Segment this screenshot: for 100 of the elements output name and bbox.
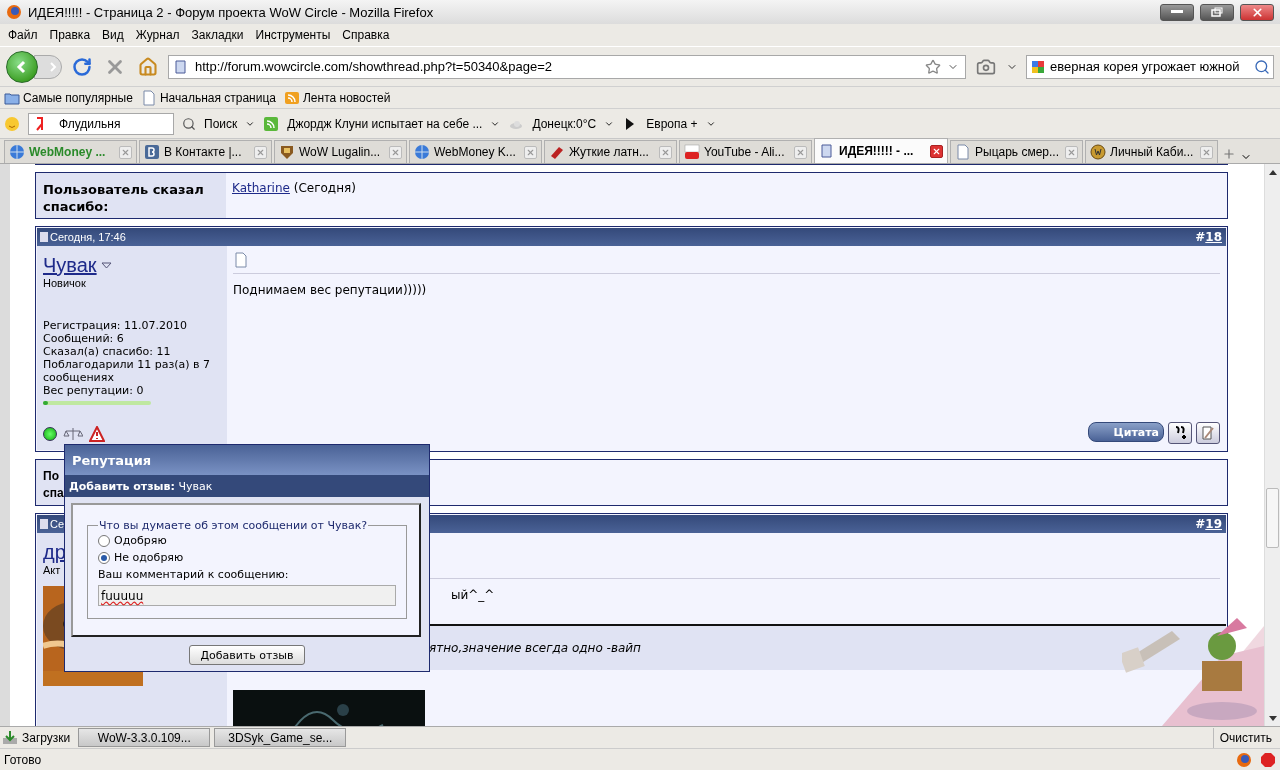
post-number: #18 (1195, 230, 1222, 244)
quote-button[interactable]: Цитата (1088, 422, 1164, 442)
menu-item[interactable]: Журнал (129, 28, 186, 42)
scales-icon (63, 426, 83, 442)
menu-item[interactable]: Файл (2, 28, 44, 42)
close-button[interactable] (1240, 3, 1274, 21)
browser-tab[interactable]: WebMoney K... (409, 140, 542, 163)
shield-icon (279, 144, 295, 160)
reload-icon (72, 56, 92, 77)
menu-item[interactable]: Правка (43, 28, 97, 42)
news-ticker[interactable]: Джордж Клуни испытает на себе ... (287, 116, 483, 131)
gauntlet-icon (549, 144, 565, 160)
smiley-icon (4, 115, 20, 132)
username-link[interactable]: Чувак (43, 254, 97, 277)
rss-icon (263, 115, 280, 132)
post-link[interactable]: 18 (1205, 230, 1222, 244)
radio-button[interactable] (98, 551, 110, 564)
minimize-button[interactable] (1160, 3, 1194, 21)
bookmark-link[interactable]: Начальная страница (159, 90, 276, 105)
page-icon (140, 89, 157, 106)
download-item[interactable]: WoW-3.3.0.109... (78, 728, 211, 747)
menu-item[interactable]: Справка (336, 28, 396, 42)
menu-item[interactable]: Вид (96, 28, 130, 42)
post-number: #19 (1195, 517, 1222, 531)
search-field[interactable]: еверная корея угрожает южной (1026, 54, 1274, 79)
window-title: ИДЕЯ!!!!! - Страница 2 - Форум проекта WoW Circle - Mozilla Firefox (28, 4, 435, 20)
globe-icon (414, 144, 430, 160)
post-date: Се (50, 518, 65, 530)
caret-icon[interactable] (100, 262, 112, 269)
pen-paper-icon (1201, 425, 1215, 441)
search-icon (182, 116, 196, 131)
site-icon (173, 58, 189, 75)
status-text: Готово (4, 752, 43, 767)
radio-label: Одобряю (114, 534, 167, 547)
browser-tab[interactable]: Рыцарь смер... (950, 140, 1083, 163)
browser-tab[interactable]: Личный Каби... (1085, 140, 1218, 163)
user-stat: Вес репутации: 0 (43, 384, 145, 397)
radio-label: Не одобряю (114, 551, 184, 564)
add-review-button[interactable]: Добавить отзыв (189, 645, 305, 665)
comment-field[interactable]: fuuuuu (98, 585, 396, 606)
bookmark-link[interactable]: Самые популярные (23, 90, 133, 105)
rss-icon (284, 89, 300, 106)
dialog-title: Репутация (65, 445, 429, 475)
post-message: ый^_^ (450, 588, 496, 602)
bookmark-link[interactable]: Лента новостей (303, 90, 391, 105)
scroll-up-icon[interactable] (1268, 169, 1277, 175)
address-field[interactable]: http://forum.wowcircle.com/showthread.php?t=50340&page=2 (168, 54, 966, 79)
restore-icon (1211, 7, 1223, 17)
page-icon (819, 143, 835, 159)
plus-icon (1222, 147, 1236, 161)
scroll-down-icon[interactable] (1268, 715, 1277, 721)
browser-tab[interactable]: WoW Lugalin... (274, 140, 407, 163)
browser-tab[interactable]: В Контакте |... (139, 140, 272, 163)
download-item[interactable]: 3DSyk_Game_se... (214, 728, 347, 747)
vk-icon (144, 144, 160, 160)
page-icon (955, 144, 971, 160)
scroll-thumb[interactable] (1266, 488, 1279, 548)
user-stat: Поблагодарили 11 раз(а) в 7 сообщениях (43, 358, 212, 384)
back-button[interactable] (6, 50, 38, 83)
fieldset-legend: Что вы думаете об этом сообщении от Чувак? (98, 519, 369, 532)
post-message: Поднимаем вес репутации))))) (233, 283, 428, 297)
firefox-icon (6, 4, 22, 20)
browser-tab[interactable]: ИДЕЯ!!!!! - ... (814, 138, 948, 163)
bookmark-star-icon[interactable] (925, 58, 941, 75)
user-stat: Сообщений: 6 (43, 332, 125, 345)
multiquote-button[interactable] (1168, 422, 1192, 444)
thanks-label: Пользователь сказал спасибо: (43, 181, 205, 215)
weather-item[interactable]: Донецк:0°С (532, 116, 597, 131)
adblock-icon (1260, 751, 1276, 768)
close-icon (1250, 5, 1264, 19)
dialog-subtitle: Добавить отзыв: Чувак (69, 480, 213, 493)
search-icon[interactable] (1254, 58, 1270, 75)
forward-button[interactable] (34, 54, 62, 79)
menu-item[interactable]: Закладки (185, 28, 250, 42)
thanks-label: По спа (43, 468, 64, 502)
thanks-text: Katharine (Сегодня) (232, 181, 357, 195)
clear-button[interactable]: Очистить (1212, 727, 1278, 748)
user-rank: Новичок (43, 277, 86, 289)
user-link[interactable]: Katharine (232, 181, 290, 195)
radio-button[interactable] (98, 534, 110, 547)
post-link[interactable]: 19 (1205, 517, 1222, 531)
google-icon (1030, 58, 1046, 75)
tab-close-icon[interactable] (930, 144, 943, 158)
browser-tab[interactable]: Жуткие латн... (544, 140, 677, 163)
maximize-button[interactable] (1200, 3, 1234, 21)
yandex-icon (35, 116, 45, 131)
user-stat: Сказал(а) спасибо: 11 (43, 345, 172, 358)
youtube-icon (684, 144, 700, 160)
coin-icon (1090, 144, 1106, 160)
search-menu[interactable]: Поиск (204, 116, 238, 131)
post-date: Сегодня, 17:46 (50, 231, 126, 243)
region-menu[interactable]: Европа + (646, 116, 698, 131)
comment-label: Ваш комментарий к сообщению: (98, 568, 290, 581)
globe-icon (9, 144, 25, 160)
yandex-field[interactable]: Флудильня (28, 112, 174, 135)
browser-tab[interactable]: YouTube - Ali... (679, 140, 812, 163)
user-stat: Регистрация: 11.07.2010 (43, 319, 188, 332)
menu-item[interactable]: Инструменты (249, 28, 337, 42)
reply-button[interactable] (1196, 422, 1220, 444)
user-rank: Акт (43, 564, 61, 576)
